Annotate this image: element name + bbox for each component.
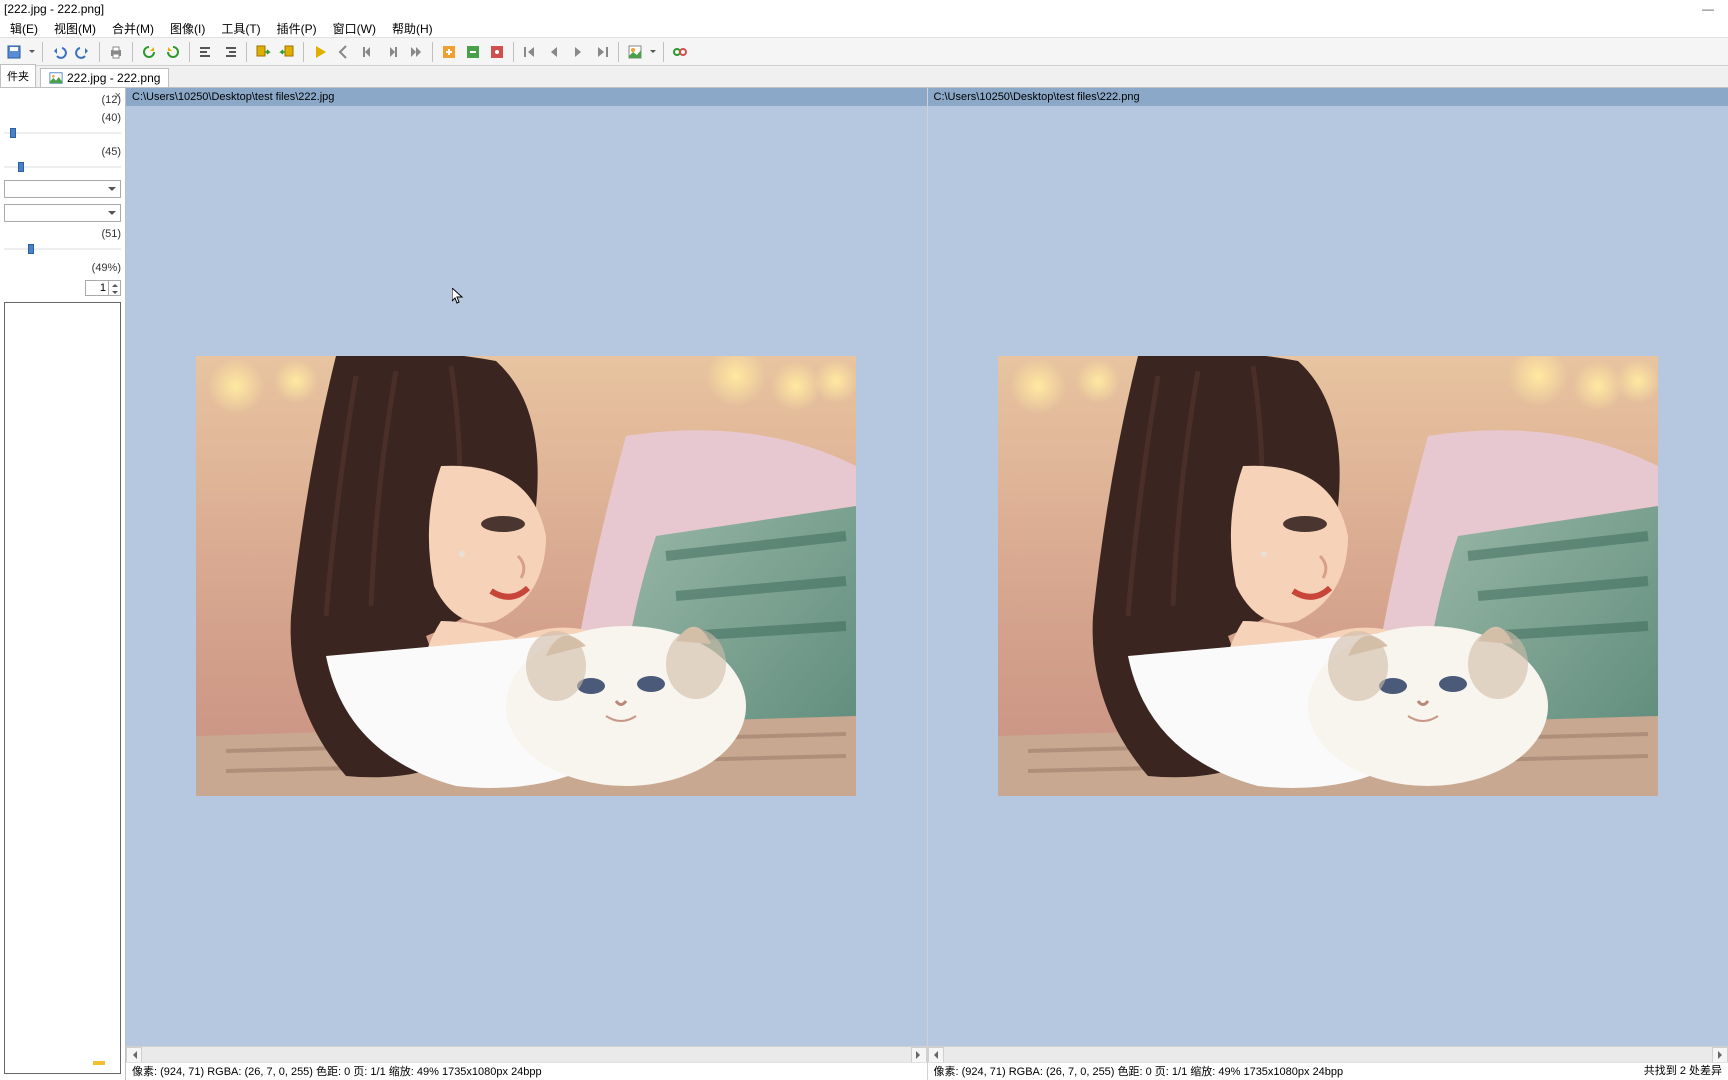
menu-tools[interactable]: 工具(T) bbox=[213, 18, 268, 37]
param-value-3: (45) bbox=[101, 146, 121, 158]
align-right-icon[interactable] bbox=[220, 42, 240, 62]
next-diff-icon[interactable] bbox=[568, 42, 588, 62]
diff-prev-icon[interactable] bbox=[463, 42, 483, 62]
diff-toggle-icon[interactable] bbox=[487, 42, 507, 62]
spinner-down-icon[interactable] bbox=[109, 289, 120, 297]
status-bar: 共找到 2 处差异 bbox=[1644, 1062, 1722, 1080]
last-diff-icon[interactable] bbox=[592, 42, 612, 62]
align-left-icon[interactable] bbox=[196, 42, 216, 62]
left-path[interactable]: C:\Users\10250\Desktop\test files\222.jp… bbox=[126, 88, 927, 106]
diff-marker-icon bbox=[93, 1061, 105, 1065]
side-panel: × (12) (40) (45) (51) (49%) bbox=[0, 88, 126, 1080]
right-image-viewport[interactable] bbox=[928, 106, 1728, 1046]
spinner-input[interactable] bbox=[85, 280, 109, 296]
save-dropdown[interactable] bbox=[28, 47, 36, 56]
play-icon[interactable] bbox=[310, 42, 330, 62]
link-icon[interactable] bbox=[670, 42, 690, 62]
fast-forward-icon[interactable] bbox=[406, 42, 426, 62]
scroll-right-icon[interactable] bbox=[1712, 1047, 1728, 1063]
right-image bbox=[998, 356, 1658, 796]
minimize-button[interactable]: — bbox=[1688, 0, 1728, 18]
side-tab-folder[interactable]: 件夹 bbox=[0, 64, 36, 87]
menu-edit[interactable]: 辑(E) bbox=[2, 18, 46, 37]
slider-4[interactable] bbox=[4, 242, 121, 256]
right-path[interactable]: C:\Users\10250\Desktop\test files\222.pn… bbox=[928, 88, 1728, 106]
combo-1[interactable] bbox=[4, 180, 121, 198]
refresh-left-icon[interactable] bbox=[139, 42, 159, 62]
left-h-scrollbar[interactable] bbox=[126, 1046, 927, 1062]
param-value-4: (51) bbox=[101, 228, 121, 240]
tab-bar: 件夹 222.jpg - 222.png bbox=[0, 66, 1728, 88]
right-info: 像素: (924, 71) RGBA: (26, 7, 0, 255) 色距: … bbox=[928, 1062, 1728, 1080]
menu-view[interactable]: 视图(M) bbox=[46, 18, 104, 37]
window-title: [222.jpg - 222.png] bbox=[4, 0, 104, 18]
menu-bar: 辑(E) 视图(M) 合并(M) 图像(I) 工具(T) 插件(P) 窗口(W)… bbox=[0, 18, 1728, 38]
image-settings-icon[interactable] bbox=[625, 42, 645, 62]
diff-next-icon[interactable] bbox=[439, 42, 459, 62]
menu-help[interactable]: 帮助(H) bbox=[384, 18, 441, 37]
mouse-cursor-icon bbox=[452, 288, 464, 306]
left-pane: C:\Users\10250\Desktop\test files\222.jp… bbox=[126, 88, 927, 1080]
file-tab[interactable]: 222.jpg - 222.png bbox=[40, 68, 169, 87]
comparison-area: C:\Users\10250\Desktop\test files\222.jp… bbox=[126, 88, 1728, 1080]
param-value-2: (40) bbox=[101, 112, 121, 124]
left-info: 像素: (924, 71) RGBA: (26, 7, 0, 255) 色距: … bbox=[126, 1062, 927, 1080]
first-diff-icon[interactable] bbox=[520, 42, 540, 62]
left-image bbox=[196, 356, 856, 796]
scroll-left-icon[interactable] bbox=[126, 1047, 142, 1063]
refresh-right-icon[interactable] bbox=[163, 42, 183, 62]
combo-2[interactable] bbox=[4, 204, 121, 222]
undo-icon[interactable] bbox=[49, 42, 69, 62]
scroll-right-icon[interactable] bbox=[911, 1047, 927, 1063]
prev-diff-icon[interactable] bbox=[544, 42, 564, 62]
next-icon[interactable] bbox=[382, 42, 402, 62]
page-spinner[interactable] bbox=[4, 280, 121, 296]
param-value-5: (49%) bbox=[92, 262, 121, 274]
image-settings-dropdown[interactable] bbox=[649, 47, 657, 56]
left-image-viewport[interactable] bbox=[126, 106, 927, 1046]
right-pane: C:\Users\10250\Desktop\test files\222.pn… bbox=[927, 88, 1728, 1080]
menu-plugins[interactable]: 插件(P) bbox=[269, 18, 325, 37]
scroll-left-icon[interactable] bbox=[928, 1047, 944, 1063]
right-h-scrollbar[interactable] bbox=[928, 1046, 1728, 1062]
work-area: × (12) (40) (45) (51) (49%) bbox=[0, 88, 1728, 1080]
save-icon[interactable] bbox=[4, 42, 24, 62]
menu-merge[interactable]: 合并(M) bbox=[104, 18, 162, 37]
file-tab-label: 222.jpg - 222.png bbox=[67, 71, 160, 85]
toolbar bbox=[0, 38, 1728, 66]
back-icon[interactable] bbox=[334, 42, 354, 62]
title-bar: [222.jpg - 222.png] — bbox=[0, 0, 1728, 18]
prev-icon[interactable] bbox=[358, 42, 378, 62]
spinner-up-icon[interactable] bbox=[109, 281, 120, 289]
image-file-icon bbox=[49, 71, 63, 85]
copy-right-icon[interactable] bbox=[277, 42, 297, 62]
print-icon[interactable] bbox=[106, 42, 126, 62]
menu-window[interactable]: 窗口(W) bbox=[325, 18, 384, 37]
slider-2[interactable] bbox=[4, 126, 121, 140]
copy-left-icon[interactable] bbox=[253, 42, 273, 62]
location-preview[interactable] bbox=[4, 302, 121, 1074]
close-panel-icon[interactable]: × bbox=[115, 90, 121, 102]
menu-image[interactable]: 图像(I) bbox=[162, 18, 213, 37]
redo-icon[interactable] bbox=[73, 42, 93, 62]
slider-3[interactable] bbox=[4, 160, 121, 174]
